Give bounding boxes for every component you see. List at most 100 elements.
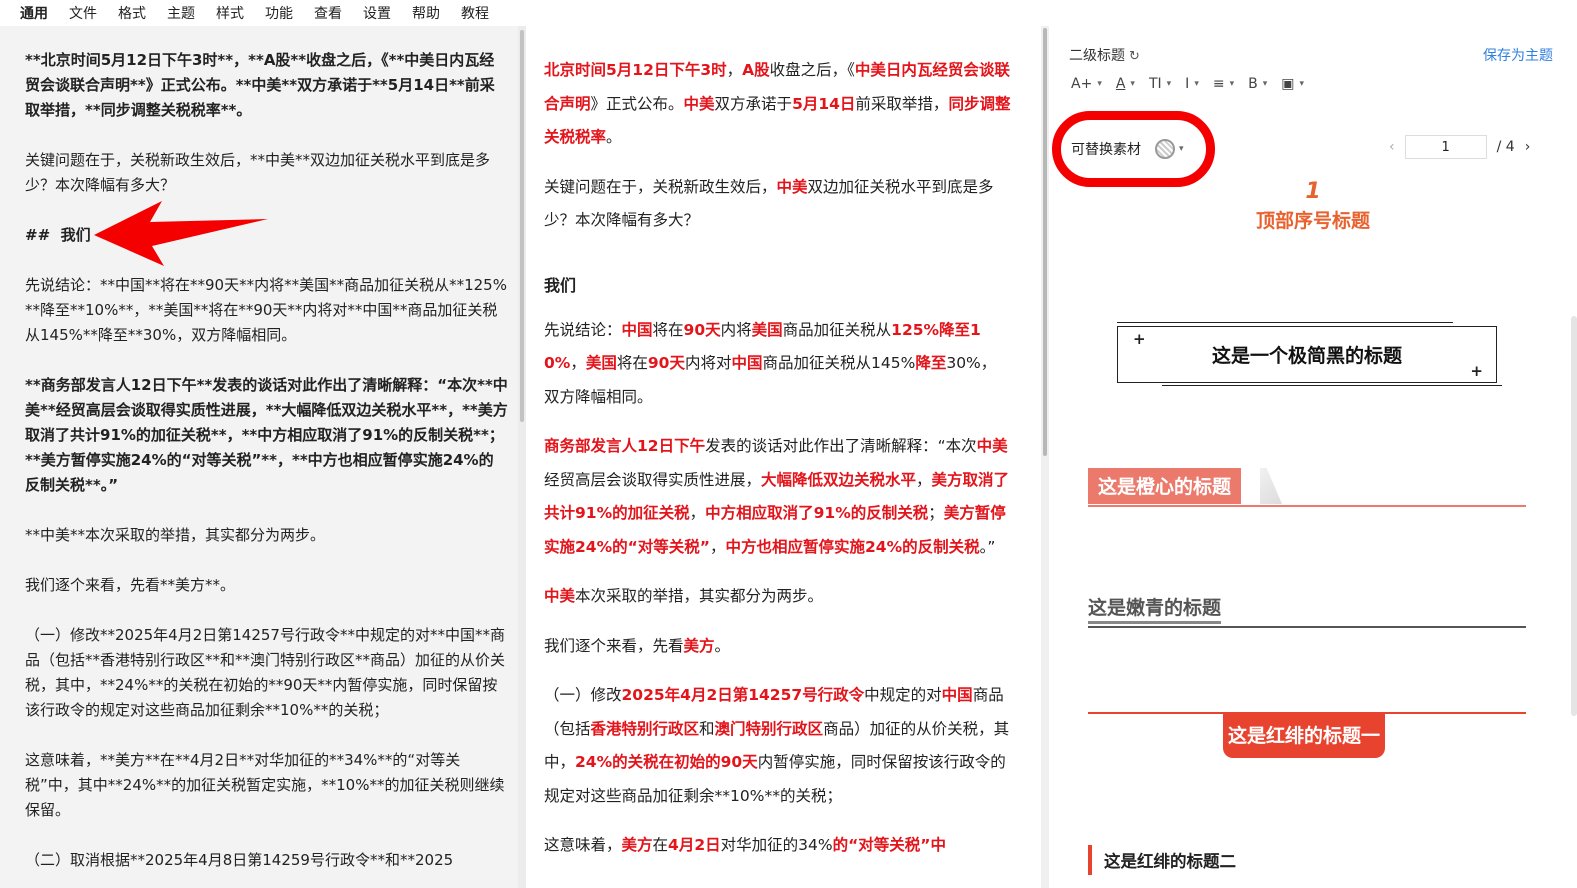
style-toolbar: A+ ▾ A ▾ TI ▾ I ▾ ≡ ▾ B ▾ ▣ ▾ bbox=[1071, 74, 1304, 94]
plain-text: ， bbox=[570, 354, 586, 372]
style-label: 这是红绯的标题二 bbox=[1104, 852, 1236, 871]
decor-line bbox=[1088, 505, 1526, 507]
highlighted-text: 90天 bbox=[683, 320, 721, 339]
heading-text: 我们 bbox=[60, 226, 91, 244]
plain-text: 经贸高层会谈取得实质性进展， bbox=[544, 470, 762, 489]
preview-paragraph: 中美本次采取的举措，其实都分为两步。 bbox=[544, 580, 1011, 614]
chevron-down-icon: ▾ bbox=[1262, 79, 1268, 89]
style-box: 这是一个极简黑的标题 bbox=[1117, 326, 1497, 383]
plain-text: ， bbox=[916, 470, 932, 489]
plain-text: 双方承诺于 bbox=[714, 94, 793, 113]
style-label: 顶部序号标题 bbox=[1255, 210, 1370, 232]
menu-settings[interactable]: 设置 bbox=[363, 3, 391, 23]
menu-general[interactable]: 通用 bbox=[20, 3, 48, 23]
preview-pane: 北京时间5月12日下午3时，A股收盘之后，《中美日内瓦经贸会谈联合声明》正式公布… bbox=[526, 26, 1041, 888]
chevron-down-icon: ▾ bbox=[1097, 79, 1102, 89]
preview-paragraph: 这意味着，美方在4月2日对华加征的34%的“对等关税”中 bbox=[544, 829, 1011, 863]
font-size-button[interactable]: A+ ▾ bbox=[1071, 74, 1102, 94]
decor-shadow bbox=[1260, 468, 1282, 504]
letter-spacing-button[interactable]: TI ▾ bbox=[1149, 74, 1171, 94]
style-label: 这是嫩青的标题 bbox=[1088, 593, 1222, 624]
markdown-editor[interactable]: **北京时间5月12日下午3时**，**A股**收盘之后，《**中美日内瓦经贸会… bbox=[0, 26, 518, 888]
preview-paragraph: 关键问题在于，关税新政生效后，中美双边加征关税水平到底是多少？本次降幅有多大？ bbox=[544, 171, 1011, 238]
next-page-icon[interactable]: › bbox=[1525, 139, 1531, 155]
scrollbar-thumb[interactable] bbox=[520, 30, 524, 422]
style-label: 这是橙心的标题 bbox=[1088, 468, 1242, 504]
page-total: / 4 bbox=[1496, 139, 1515, 155]
editor-paragraph: 关键问题在于，关税新政生效后，**中美**双边加征关税水平到底是多少？本次降幅有… bbox=[25, 151, 491, 194]
line-height-button[interactable]: I ▾ bbox=[1185, 74, 1199, 94]
plain-text: 内将对 bbox=[684, 354, 732, 372]
highlighted-text: 中方也相应暂停实施24%的反制关税 bbox=[725, 537, 980, 556]
highlighted-text: 美方 bbox=[683, 636, 715, 655]
highlighted-text: 中国 bbox=[941, 686, 973, 704]
highlighted-text: 90天 bbox=[647, 354, 685, 372]
bold-button[interactable]: B ▾ bbox=[1248, 74, 1267, 94]
plain-text: 在 bbox=[652, 836, 669, 854]
menu-view[interactable]: 查看 bbox=[314, 3, 342, 23]
chevron-down-icon: ▾ bbox=[1179, 144, 1184, 154]
plain-text: 。 bbox=[714, 636, 731, 655]
plain-text: ， bbox=[726, 61, 743, 79]
save-as-theme-button[interactable]: 保存为主题 bbox=[1483, 45, 1553, 65]
menu-function[interactable]: 功能 bbox=[265, 3, 293, 23]
editor-paragraph: **北京时间5月12日下午3时**，**A股**收盘之后，《**中美日内瓦经贸会… bbox=[25, 51, 495, 119]
annotation-arrow-icon bbox=[94, 201, 268, 266]
preview-scrollbar[interactable] bbox=[1041, 26, 1049, 888]
style-number: 1 bbox=[1305, 179, 1321, 204]
style-crimson-one[interactable]: 这是红绯的标题一 bbox=[1088, 712, 1526, 762]
letter-spacing-icon: TI bbox=[1148, 76, 1162, 92]
style-top-number-title[interactable]: 1 顶部序号标题 bbox=[1049, 178, 1577, 236]
style-crimson-two[interactable]: 这是红绯的标题二 bbox=[1088, 844, 1236, 876]
editor-paragraph: （一）修改**2025年4月2日第14257号行政令**中规定的对**中国**商… bbox=[25, 626, 506, 719]
heading-marker: ## bbox=[25, 226, 51, 244]
prev-page-icon[interactable]: ‹ bbox=[1389, 139, 1395, 155]
highlighted-text: 中美 bbox=[776, 177, 808, 196]
style-orange-heart[interactable]: 这是橙心的标题 bbox=[1088, 468, 1526, 508]
panel-scrollbar[interactable] bbox=[1571, 316, 1577, 716]
preview-paragraph: 我们逐个来看，先看美方。 bbox=[544, 630, 1011, 664]
menu-file[interactable]: 文件 bbox=[69, 3, 97, 23]
menu-format[interactable]: 格式 bbox=[118, 3, 146, 23]
menu-theme[interactable]: 主题 bbox=[167, 3, 195, 23]
plain-text: 这意味着， bbox=[544, 836, 622, 854]
menu-tutorial[interactable]: 教程 bbox=[461, 3, 489, 23]
style-label: 这是一个极简黑的标题 bbox=[1211, 345, 1402, 367]
editor-paragraph: **商务部发言人12日下午**发表的谈话对此作出了清晰解释：“本次**中美**经… bbox=[25, 376, 508, 494]
refresh-icon[interactable]: ↻ bbox=[1129, 49, 1140, 64]
plain-text: 中规定的对 bbox=[864, 686, 942, 704]
highlighted-text: 大幅降低双边关税水平 bbox=[761, 470, 917, 489]
style-tender-green[interactable]: 这是嫩青的标题 bbox=[1088, 593, 1526, 633]
heading-level-selector[interactable]: 二级标题 ↻ bbox=[1069, 45, 1140, 65]
editor-scrollbar[interactable] bbox=[518, 26, 526, 888]
preview-paragraph: 商务部发言人12日下午发表的谈话对此作出了清晰解释：“本次中美经贸高层会谈取得实… bbox=[544, 430, 1011, 564]
highlighted-text: 中方相应取消了91%的反制关税 bbox=[705, 504, 929, 522]
highlighted-text: 美国 bbox=[751, 320, 783, 339]
highlighted-text: 4月2日 bbox=[668, 836, 721, 854]
menu-style[interactable]: 样式 bbox=[216, 3, 244, 23]
menu-help[interactable]: 帮助 bbox=[412, 3, 440, 23]
plain-text: 将在 bbox=[616, 354, 648, 372]
plain-text: 》正式公布。 bbox=[590, 94, 684, 113]
highlighted-text: 澳门特别行政区 bbox=[714, 719, 824, 738]
editor-paragraph: （二）取消根据**2025年4月8日第14259号行政令**和**2025 bbox=[25, 851, 454, 869]
style-label: 这是红绯的标题一 bbox=[1223, 714, 1386, 758]
menu-bar: 通用 文件 格式 主题 样式 功能 查看 设置 帮助 教程 bbox=[0, 0, 1577, 26]
preview-paragraph: 北京时间5月12日下午3时，A股收盘之后，《中美日内瓦经贸会谈联合声明》正式公布… bbox=[544, 54, 1011, 155]
plain-text: 我们逐个来看，先看 bbox=[544, 636, 684, 655]
highlighted-text: 美方 bbox=[621, 836, 653, 854]
align-button[interactable]: ≡ ▾ bbox=[1213, 74, 1234, 94]
highlighted-text: 24%的关税在初始的90天 bbox=[575, 753, 758, 771]
scrollbar-thumb[interactable] bbox=[1043, 28, 1047, 456]
font-color-button[interactable]: A ▾ bbox=[1116, 74, 1135, 94]
style-minimal-black[interactable]: 这是一个极简黑的标题 + + bbox=[1117, 322, 1502, 386]
highlighted-text: 中美 bbox=[976, 437, 1008, 455]
page-input[interactable] bbox=[1404, 135, 1487, 159]
decor-line bbox=[1162, 385, 1502, 386]
replaceable-material-selector[interactable]: 可替换素材 ▾ bbox=[1052, 111, 1215, 187]
highlighted-text: 北京时间5月12日下午3时 bbox=[544, 61, 727, 79]
highlighted-text: 中国 bbox=[731, 354, 763, 372]
plain-text: 。 bbox=[606, 128, 622, 146]
heading-level-label: 二级标题 bbox=[1069, 48, 1125, 64]
border-button[interactable]: ▣ ▾ bbox=[1281, 74, 1304, 94]
